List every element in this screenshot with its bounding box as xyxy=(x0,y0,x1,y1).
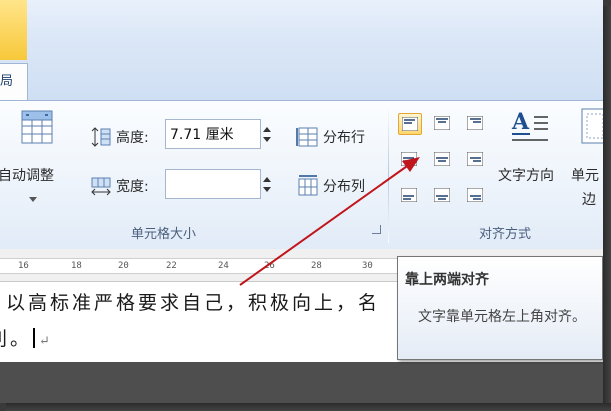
document-dimmed-area xyxy=(0,362,603,403)
document-line-2: 利。 ↵ xyxy=(0,324,50,351)
row-height-label: 高度: xyxy=(116,130,149,146)
tab-layout-label: 局 xyxy=(0,74,14,89)
document-text-clipped: 名 xyxy=(358,292,381,314)
distribute-columns-label: 分布列 xyxy=(323,179,365,195)
alignment-group-label: 对齐方式 xyxy=(479,227,532,242)
align-middle-center-button[interactable] xyxy=(431,149,455,171)
svg-text:A: A xyxy=(511,109,530,135)
screentip-description: 文字靠单元格左上角对齐。 xyxy=(418,309,586,325)
column-width-label: 宽度: xyxy=(116,179,149,195)
align-bottom-left-button[interactable] xyxy=(398,185,422,207)
spin-up-icon xyxy=(263,127,271,132)
align-top-left-button[interactable] xyxy=(398,113,422,135)
distribute-columns-button[interactable]: 分布列 xyxy=(296,175,365,197)
align-top-right-icon xyxy=(467,116,483,130)
align-middle-left-button[interactable] xyxy=(398,149,422,171)
ribbon-tab-bar: 局 xyxy=(0,0,603,104)
distribute-columns-icon xyxy=(298,175,318,196)
align-bottom-right-button[interactable] xyxy=(464,185,488,207)
screenshot-frame: 局 自动调整 高度: 7.71 厘米 宽度: 分布行 分布列 单元格大小 A 文… xyxy=(0,0,603,403)
cell-margins-label-2: 边 xyxy=(582,192,596,208)
cell-margins-label-1: 单元 xyxy=(571,168,599,184)
text-direction-button[interactable]: A 文字方向 xyxy=(496,105,568,189)
ribbon: 自动调整 高度: 7.71 厘米 宽度: 分布行 分布列 单元格大小 A 文字方… xyxy=(0,100,603,250)
align-bottom-center-button[interactable] xyxy=(431,185,455,207)
distribute-rows-label: 分布行 xyxy=(323,130,365,146)
cell-size-group-label: 单元格大小 xyxy=(131,227,197,242)
ruler-tick-label: 16 xyxy=(18,261,29,271)
autofit-label: 自动调整 xyxy=(0,168,54,184)
document-text: 利。 xyxy=(0,328,33,350)
spin-up-icon xyxy=(263,177,271,182)
cell-margins-icon xyxy=(581,108,603,144)
autofit-button[interactable]: 自动调整 xyxy=(0,105,76,215)
table-tools-context-strip xyxy=(0,0,27,60)
distribute-rows-icon xyxy=(296,127,318,147)
screentip: 靠上两端对齐 文字靠单元格左上角对齐。 xyxy=(397,256,603,360)
text-direction-icon: A xyxy=(511,109,548,141)
ruler-tick-label: 24 xyxy=(218,261,229,271)
text-direction-label: 文字方向 xyxy=(498,168,554,184)
align-top-right-button[interactable] xyxy=(464,113,488,135)
cell-margins-button[interactable]: 单元 边 xyxy=(570,105,603,215)
align-top-left-icon xyxy=(402,117,418,131)
align-bottom-left-icon xyxy=(401,188,417,202)
spin-down-icon xyxy=(263,137,271,142)
row-height-spinner[interactable] xyxy=(260,119,274,149)
align-bottom-right-icon xyxy=(467,188,483,202)
spin-down-icon xyxy=(263,187,271,192)
group-separator xyxy=(388,107,389,243)
autofit-icon xyxy=(21,110,53,144)
distribute-rows-button[interactable]: 分布行 xyxy=(296,126,365,148)
ruler-tick-label: 20 xyxy=(118,261,129,271)
row-height-icon xyxy=(91,127,111,147)
column-width-input[interactable] xyxy=(165,169,261,199)
paragraph-mark-icon: ↵ xyxy=(39,334,50,349)
align-bottom-center-icon xyxy=(434,188,450,202)
align-middle-right-button[interactable] xyxy=(464,149,488,171)
column-width-icon xyxy=(91,177,111,196)
column-width-control: 宽度: xyxy=(90,175,149,197)
ruler-tick-label: 26 xyxy=(264,261,275,271)
document-text: 以高标准严格要求自己，积极向上， xyxy=(6,292,359,314)
tab-layout[interactable]: 局 xyxy=(0,63,28,104)
ruler-tick-label: 28 xyxy=(311,261,322,271)
ruler-tick-label: 22 xyxy=(166,261,177,271)
chevron-down-icon xyxy=(29,197,37,202)
align-middle-center-icon xyxy=(434,152,450,166)
row-height-input[interactable]: 7.71 厘米 xyxy=(165,119,261,149)
align-top-center-icon xyxy=(434,116,450,130)
document-line-1: 以高标准严格要求自己，积极向上，名 xyxy=(6,288,380,315)
column-width-spinner[interactable] xyxy=(260,169,274,199)
ruler-tick-label: 18 xyxy=(71,261,82,271)
align-middle-left-icon xyxy=(401,152,417,166)
align-top-center-button[interactable] xyxy=(431,113,455,135)
align-middle-right-icon xyxy=(467,152,483,166)
text-cursor xyxy=(33,328,36,348)
ruler-tick-label: 30 xyxy=(362,261,373,271)
frame-shadow xyxy=(6,403,611,411)
screentip-title: 靠上两端对齐 xyxy=(405,272,489,288)
frame-shadow xyxy=(603,6,611,411)
cell-size-dialog-launcher[interactable] xyxy=(372,225,381,234)
row-height-control: 高度: xyxy=(90,126,149,148)
